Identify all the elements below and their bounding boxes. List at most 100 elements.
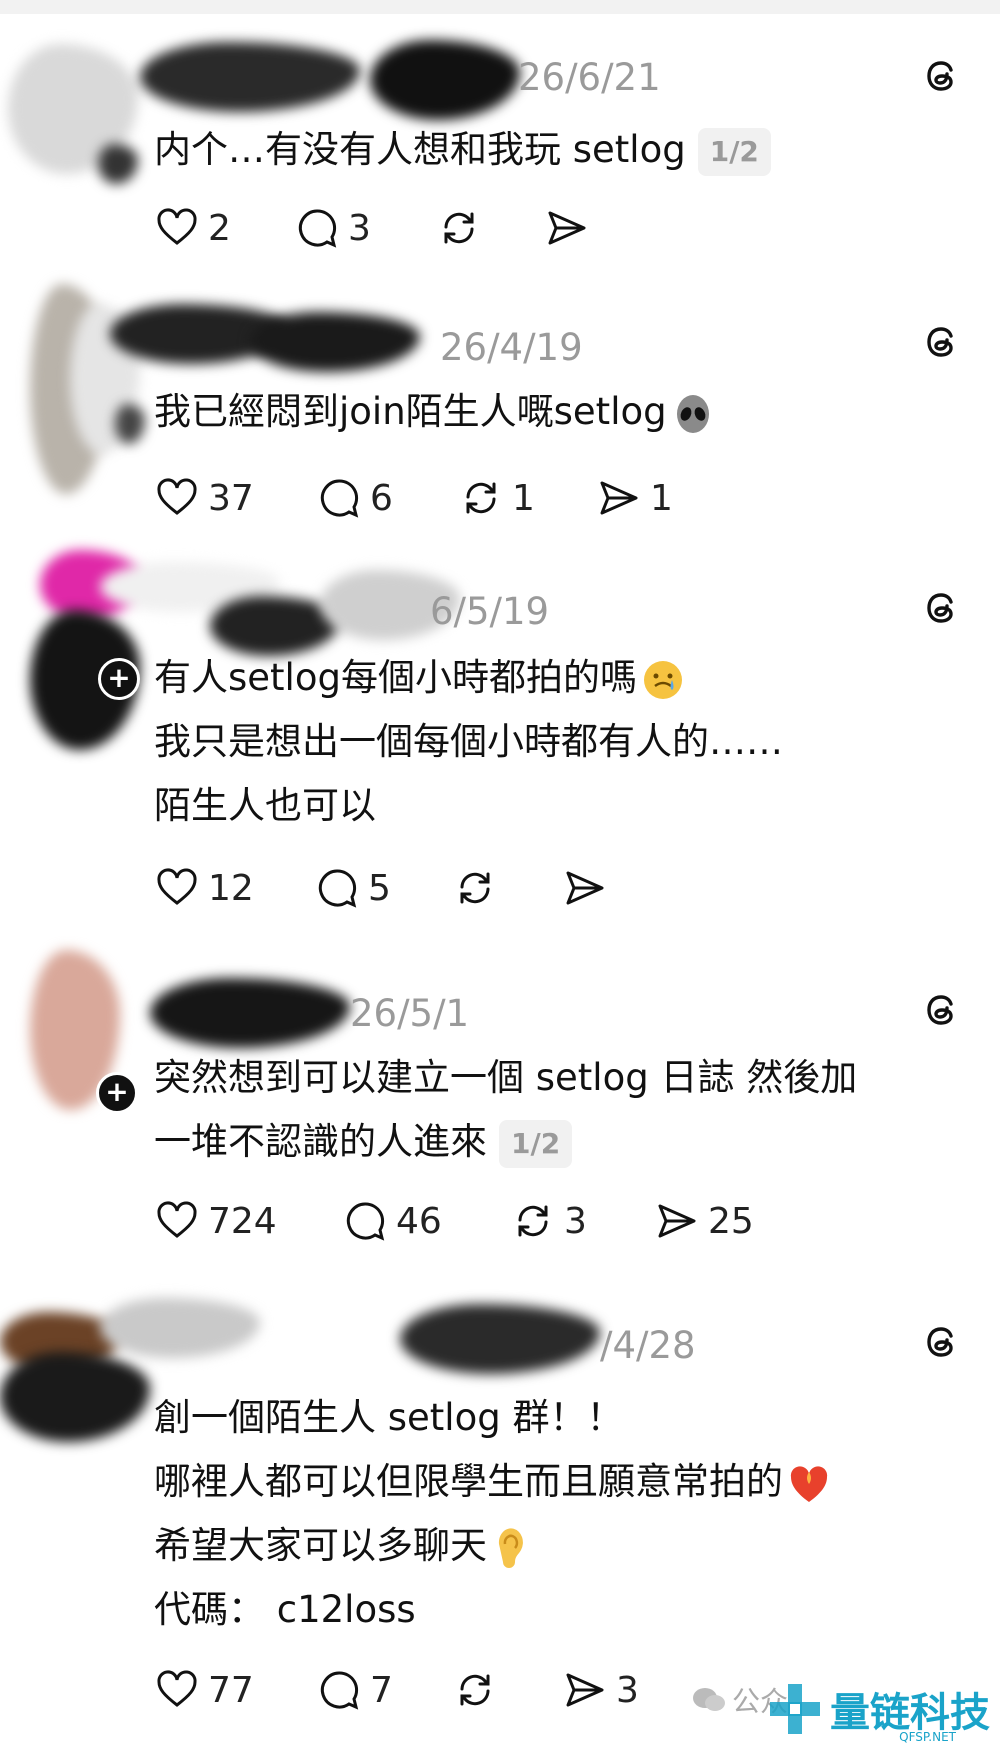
share-button[interactable] (562, 864, 608, 912)
like-button[interactable]: 2 (154, 204, 231, 252)
post-date: /4/28 (600, 1324, 696, 1367)
ear-emoji-icon (498, 1527, 523, 1568)
thread-badge[interactable]: 1/2 (697, 127, 771, 176)
heart-icon (157, 208, 197, 245)
comment-icon (346, 1202, 385, 1241)
reply-button[interactable]: 3 (294, 204, 371, 252)
reply-button[interactable]: 46 (342, 1197, 442, 1245)
like-count: 724 (208, 1200, 277, 1242)
threads-logo-icon (927, 995, 953, 1025)
username-redaction (250, 312, 420, 372)
alien-emoji-icon (676, 394, 709, 433)
brand-url: QFSP.NET (899, 1730, 956, 1744)
repost-icon (518, 1205, 548, 1237)
post-date: 26/4/19 (440, 326, 583, 369)
brand-watermark: 量链科技 (768, 1680, 990, 1738)
post-date: 26/6/21 (518, 56, 661, 99)
repost-button[interactable] (436, 204, 482, 252)
reply-button[interactable]: 6 (316, 474, 393, 522)
share-count: 1 (650, 477, 673, 519)
heart-icon (157, 478, 197, 515)
repost-button[interactable]: 1 (458, 474, 535, 522)
post-1[interactable]: 26/6/21 内个…有没有人想和我玩 setlog 1/2 2 3 (0, 14, 1000, 286)
post-text-line: 我只是想出一個每個小時都有人的…… (154, 720, 783, 763)
username-redaction (370, 40, 520, 120)
send-icon (600, 481, 638, 515)
post-2[interactable]: 26/4/19 我已經悶到join陌生人嘅setlog 37 6 1 1 (0, 284, 1000, 552)
post-text: 創一個陌生人 setlog 群！！ 哪裡人都可以但限學生而且願意常拍的 希望大家… (154, 1386, 831, 1642)
repost-icon (444, 212, 474, 244)
heart-icon (157, 868, 197, 905)
repost-button[interactable] (452, 864, 498, 912)
brand-logo-icon (770, 1684, 820, 1734)
username-redaction (100, 1298, 260, 1358)
follow-plus-icon[interactable]: + (98, 658, 140, 700)
comment-icon (320, 1671, 359, 1710)
reply-count: 3 (348, 207, 371, 249)
post-text-line: 創一個陌生人 setlog 群！！ (154, 1396, 624, 1439)
reply-button[interactable]: 5 (314, 864, 391, 912)
username-redaction (150, 978, 350, 1048)
send-icon (566, 871, 604, 905)
like-count: 2 (208, 207, 231, 249)
send-icon (658, 1204, 696, 1238)
post-date: 26/5/1 (350, 992, 470, 1035)
repost-button[interactable]: 3 (510, 1197, 587, 1245)
avatar[interactable] (8, 34, 138, 184)
reply-count: 5 (368, 867, 391, 909)
username-redaction (140, 42, 360, 112)
reply-count: 7 (370, 1669, 393, 1711)
post-text: 内个…有没有人想和我玩 setlog 1/2 (154, 118, 771, 182)
post-text-line: 哪裡人都可以但限學生而且願意常拍的 (154, 1460, 783, 1503)
threads-logo-icon (927, 327, 953, 357)
share-button[interactable]: 25 (654, 1197, 754, 1245)
heart-on-fire-emoji-icon (790, 1465, 828, 1502)
like-button[interactable]: 37 (154, 474, 254, 522)
username-redaction (400, 1304, 600, 1374)
repost-button[interactable] (452, 1666, 498, 1714)
repost-icon (460, 872, 490, 904)
post-text-line: 一堆不認識的人進來 (154, 1120, 487, 1163)
post-text-line: 陌生人也可以 (154, 784, 376, 827)
post-text: 我已經悶到join陌生人嘅setlog (154, 380, 715, 444)
share-count: 3 (616, 1669, 639, 1711)
threads-logo-icon (927, 593, 953, 623)
reply-button[interactable]: 7 (316, 1666, 393, 1714)
crying-face-emoji-icon (643, 660, 682, 699)
heart-icon (157, 1201, 197, 1238)
comment-icon (318, 869, 357, 908)
like-count: 12 (208, 867, 254, 909)
like-button[interactable]: 724 (154, 1197, 277, 1245)
threads-logo-icon (927, 61, 953, 91)
threads-logo-icon (927, 1327, 953, 1357)
like-count: 37 (208, 477, 254, 519)
repost-count: 1 (512, 477, 535, 519)
like-count: 77 (208, 1669, 254, 1711)
post-text-line: 希望大家可以多聊天 (154, 1524, 487, 1567)
post-text-line: 代碼： c12loss (154, 1588, 416, 1631)
avatar[interactable]: + (20, 950, 150, 1120)
heart-icon (157, 1670, 197, 1707)
reply-count: 46 (396, 1200, 442, 1242)
send-icon (566, 1673, 604, 1707)
like-button[interactable]: 77 (154, 1666, 254, 1714)
comment-icon (320, 479, 359, 518)
share-button[interactable]: 1 (596, 474, 673, 522)
wechat-icon (693, 1688, 725, 1711)
top-divider (0, 0, 1000, 14)
share-button[interactable]: 3 (562, 1666, 639, 1714)
post-text-line: 有人setlog每個小時都拍的嗎 (154, 656, 637, 699)
like-button[interactable]: 12 (154, 864, 254, 912)
post-5[interactable]: /4/28 創一個陌生人 setlog 群！！ 哪裡人都可以但限學生而且願意常拍… (0, 1282, 1000, 1746)
follow-plus-icon[interactable]: + (96, 1072, 138, 1114)
thread-badge[interactable]: 1/2 (499, 1119, 573, 1168)
post-text-line: 我已經悶到join陌生人嘅setlog (154, 390, 667, 433)
comment-icon (298, 209, 337, 248)
post-3[interactable]: + 6/5/19 有人setlog每個小時都拍的嗎 我只是想出一個每個小時都有人… (0, 550, 1000, 952)
post-4[interactable]: + 26/5/1 突然想到可以建立一個 setlog 日誌 然後加 一堆不認識的… (0, 950, 1000, 1284)
post-text: 有人setlog每個小時都拍的嗎 我只是想出一個每個小時都有人的…… 陌生人也可… (154, 646, 783, 838)
share-count: 25 (708, 1200, 754, 1242)
repost-count: 3 (564, 1200, 587, 1242)
share-button[interactable] (544, 204, 590, 252)
post-text-line: 突然想到可以建立一個 setlog 日誌 然後加 (154, 1056, 858, 1099)
